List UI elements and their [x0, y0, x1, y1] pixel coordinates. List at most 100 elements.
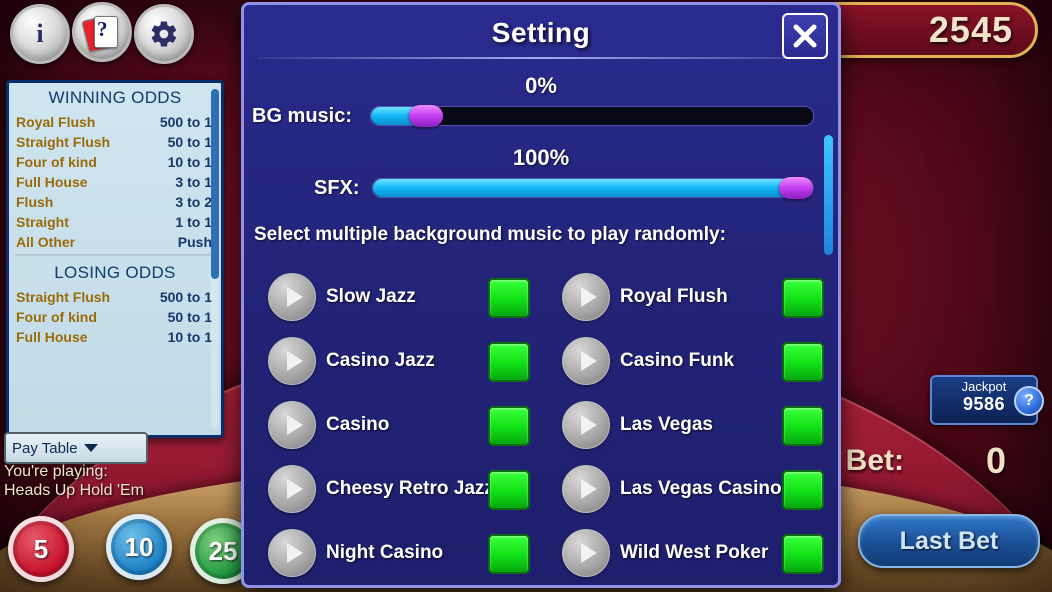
- track-label: Casino: [326, 414, 390, 435]
- track-row: Casino Funk: [562, 337, 734, 385]
- close-icon: [793, 24, 817, 48]
- track-checkbox[interactable]: [782, 406, 824, 446]
- last-bet-label: Last Bet: [899, 526, 999, 555]
- track-checkbox[interactable]: [488, 534, 530, 574]
- dialog-scrollbar[interactable]: [824, 135, 833, 255]
- odds-name: Full House: [16, 174, 88, 190]
- select-music-note: Select multiple background music to play…: [254, 224, 726, 245]
- chip-5[interactable]: 5: [8, 516, 74, 582]
- bg-music-percent: 0%: [525, 73, 557, 98]
- gear-icon: [151, 21, 177, 47]
- odds-scrollbar-thumb[interactable]: [211, 89, 219, 279]
- odds-value: 50 to 1: [167, 309, 212, 325]
- odds-value: 3 to 1: [175, 174, 212, 190]
- credits-amount: 2545: [928, 9, 1013, 50]
- odds-value: 3 to 2: [175, 194, 212, 210]
- track-row: Royal Flush: [562, 273, 728, 321]
- odds-row: Full House 3 to 1: [9, 172, 221, 192]
- odds-name: Straight: [16, 214, 69, 230]
- track-checkbox[interactable]: [782, 342, 824, 382]
- odds-panel[interactable]: WINNING ODDS Royal Flush 500 to 1 Straig…: [6, 80, 224, 438]
- pay-table-dropdown[interactable]: Pay Table: [4, 432, 148, 464]
- chip-10[interactable]: 10: [106, 514, 172, 580]
- odds-row: Flush 3 to 2: [9, 192, 221, 212]
- chip-value: 25: [208, 535, 238, 566]
- dialog-title: Setting: [491, 17, 591, 48]
- track-checkbox[interactable]: [782, 278, 824, 318]
- info-button[interactable]: i: [10, 4, 70, 64]
- close-button[interactable]: [782, 13, 828, 59]
- winning-odds-title: WINNING ODDS: [48, 88, 182, 107]
- divider: [15, 254, 215, 256]
- settings-dialog: Setting 0% BG music: 100% SFX: Select mu…: [241, 2, 841, 588]
- track-label: Slow Jazz: [326, 286, 416, 307]
- play-icon[interactable]: [268, 401, 316, 449]
- odds-row: Royal Flush 500 to 1: [9, 112, 221, 132]
- track-row: Slow Jazz: [268, 273, 416, 321]
- odds-value: Push: [177, 234, 212, 250]
- track-label: Wild West Poker: [620, 542, 769, 563]
- track-row: Las Vegas: [562, 401, 713, 449]
- odds-value: 500 to 1: [159, 114, 212, 130]
- play-icon[interactable]: [268, 337, 316, 385]
- odds-value: 1 to 1: [175, 214, 212, 230]
- odds-name: All Other: [16, 234, 76, 250]
- track-checkbox[interactable]: [488, 470, 530, 510]
- sfx-slider[interactable]: [372, 177, 814, 199]
- odds-name: Royal Flush: [16, 114, 96, 130]
- odds-value: 10 to 1: [167, 154, 212, 170]
- odds-row: Four of kind 10 to 1: [9, 152, 221, 172]
- cards-icon: ?: [81, 13, 119, 53]
- chip-value: 10: [124, 531, 154, 562]
- track-checkbox[interactable]: [782, 534, 824, 574]
- bg-music-slider[interactable]: [370, 105, 814, 127]
- track-row: Cheesy Retro Jazz: [268, 465, 494, 513]
- track-checkbox[interactable]: [488, 278, 530, 318]
- bg-music-slider-knob[interactable]: [409, 105, 443, 127]
- play-icon[interactable]: [562, 401, 610, 449]
- now-playing-text: You're playing: Heads Up Hold 'Em: [4, 463, 144, 499]
- track-row: Las Vegas Casino: [562, 465, 782, 513]
- help-icon[interactable]: ?: [1014, 386, 1044, 416]
- odds-row: Full House 10 to 1: [9, 327, 221, 347]
- bet-value: 0: [985, 440, 1006, 481]
- track-checkbox[interactable]: [488, 342, 530, 382]
- track-label: Las Vegas: [620, 414, 713, 435]
- chip-value: 5: [33, 533, 49, 564]
- odds-row: Straight Flush 500 to 1: [9, 287, 221, 307]
- info-icon: i: [36, 19, 44, 48]
- odds-name: Straight Flush: [16, 134, 111, 150]
- track-label: Casino Funk: [620, 350, 735, 371]
- track-label: Night Casino: [326, 542, 444, 563]
- game-screen: i ? WINNING ODDS Royal Flush 500 to 1 St…: [0, 0, 1052, 592]
- odds-row: Straight 1 to 1: [9, 212, 221, 232]
- play-icon[interactable]: [562, 337, 610, 385]
- track-label: Cheesy Retro Jazz: [326, 478, 494, 499]
- pay-table-label: Pay Table: [12, 439, 78, 457]
- play-icon[interactable]: [562, 465, 610, 513]
- play-icon[interactable]: [562, 529, 610, 577]
- bg-music-slider-block: 0% BG music:: [244, 73, 838, 133]
- sfx-label: SFX:: [314, 177, 360, 199]
- settings-button[interactable]: [134, 4, 194, 64]
- track-label: Casino Jazz: [326, 350, 435, 371]
- odds-name: Full House: [16, 329, 88, 345]
- track-label: Royal Flush: [620, 286, 728, 307]
- jackpot-help-glyph: ?: [1024, 392, 1034, 409]
- play-icon[interactable]: [268, 465, 316, 513]
- title-divider: [258, 57, 824, 59]
- odds-value: 10 to 1: [167, 329, 212, 345]
- bet-label: Bet:: [845, 444, 904, 477]
- play-icon[interactable]: [268, 273, 316, 321]
- last-bet-button[interactable]: Last Bet: [858, 514, 1040, 568]
- track-checkbox[interactable]: [488, 406, 530, 446]
- play-icon[interactable]: [268, 529, 316, 577]
- paytable-cards-button[interactable]: ?: [72, 2, 132, 62]
- odds-value: 500 to 1: [159, 289, 212, 305]
- losing-odds-title: LOSING ODDS: [54, 263, 176, 282]
- play-icon[interactable]: [562, 273, 610, 321]
- sfx-slider-block: 100% SFX:: [244, 145, 838, 205]
- odds-scrollbar[interactable]: [211, 89, 219, 429]
- track-checkbox[interactable]: [782, 470, 824, 510]
- sfx-slider-knob[interactable]: [779, 177, 813, 199]
